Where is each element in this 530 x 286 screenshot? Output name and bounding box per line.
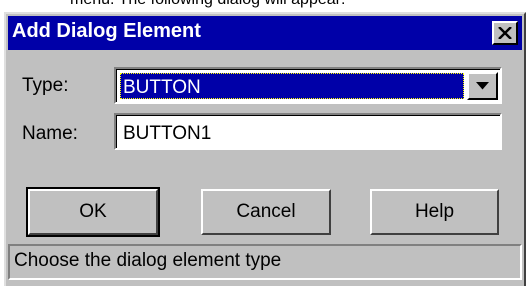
type-label: Type:: [22, 75, 69, 96]
cancel-button-label: Cancel: [236, 201, 296, 222]
name-input-value: BUTTON1: [123, 123, 212, 144]
help-button-label: Help: [414, 201, 455, 222]
title-bar[interactable]: Add Dialog Element: [8, 16, 522, 50]
name-label: Name:: [22, 123, 78, 144]
add-dialog-element-window: Add Dialog Element Type: BUTTON Name: BU…: [4, 12, 526, 286]
chevron-down-icon: [476, 82, 489, 90]
cancel-button[interactable]: Cancel: [201, 189, 331, 235]
help-button[interactable]: Help: [370, 189, 499, 235]
background-instruction-text: menu. The following dialog will appear:: [70, 0, 345, 9]
ok-button[interactable]: OK: [26, 187, 160, 237]
status-bar: Choose the dialog element type: [8, 244, 522, 280]
close-button[interactable]: [492, 21, 518, 45]
name-input[interactable]: BUTTON1: [114, 113, 502, 150]
type-selected-value: BUTTON: [120, 73, 464, 99]
type-combobox[interactable]: BUTTON: [114, 67, 502, 104]
status-text: Choose the dialog element type: [14, 250, 282, 271]
close-icon: [498, 27, 512, 39]
ok-button-label: OK: [79, 201, 107, 222]
type-dropdown-button[interactable]: [467, 72, 498, 100]
dialog-title: Add Dialog Element: [12, 20, 201, 42]
